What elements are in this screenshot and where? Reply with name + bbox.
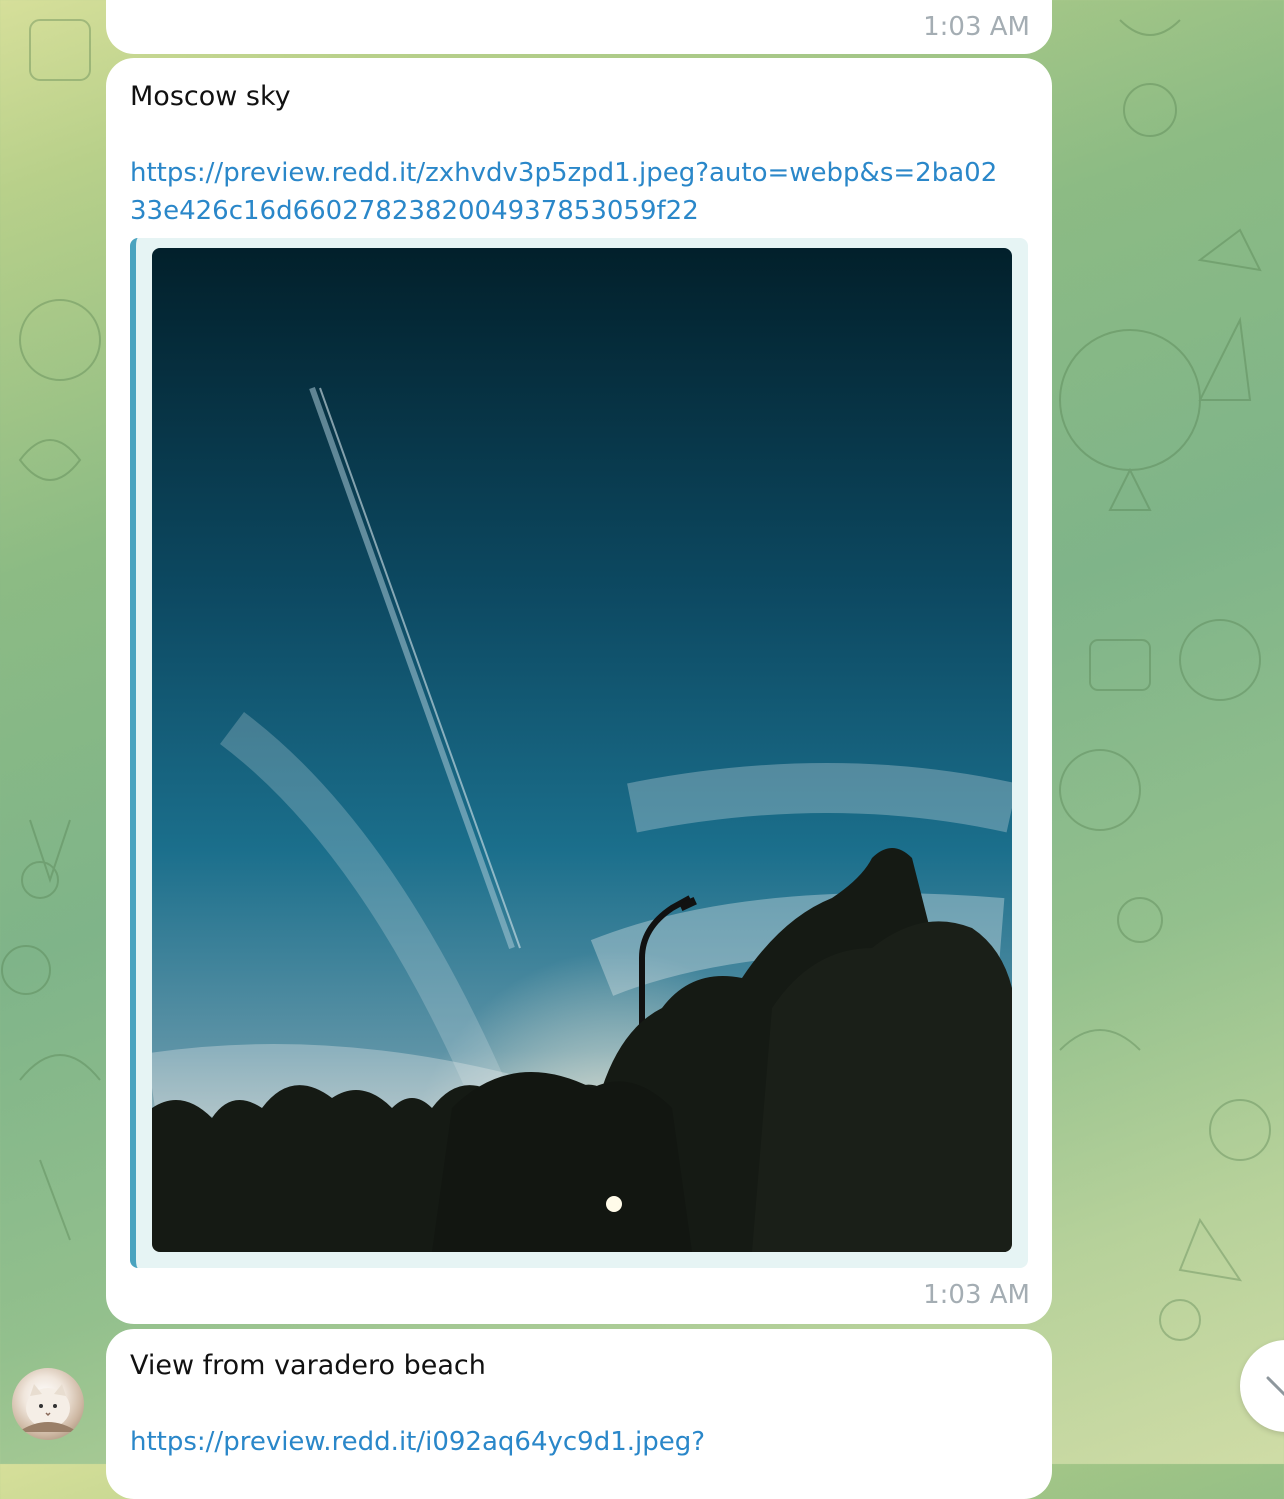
- message-link[interactable]: https://preview.redd.it/i092aq64yc9d1.jp…: [130, 1423, 1010, 1461]
- message-bubble[interactable]: 1:03 AM: [106, 0, 1052, 54]
- message-timestamp: 1:03 AM: [923, 1280, 1030, 1310]
- preview-photo[interactable]: [152, 248, 1012, 1252]
- message-link[interactable]: https://preview.redd.it/zxhvdv3p5zpd1.jp…: [130, 154, 1010, 230]
- message-text: View from varadero beach: [130, 1350, 486, 1381]
- message-timestamp: 1:03 AM: [923, 12, 1030, 42]
- link-preview[interactable]: [130, 238, 1028, 1268]
- sky-photo-image: [152, 248, 1012, 1252]
- chevron-down-icon: [1266, 1376, 1284, 1397]
- cat-avatar-icon: [18, 1384, 78, 1432]
- sender-avatar[interactable]: [12, 1368, 84, 1440]
- message-bubble[interactable]: View from varadero beach https://preview…: [106, 1329, 1052, 1499]
- message-bubble[interactable]: Moscow sky https://preview.redd.it/zxhvd…: [106, 58, 1052, 1324]
- message-text: Moscow sky: [130, 81, 291, 112]
- scroll-to-bottom-button[interactable]: [1240, 1340, 1284, 1432]
